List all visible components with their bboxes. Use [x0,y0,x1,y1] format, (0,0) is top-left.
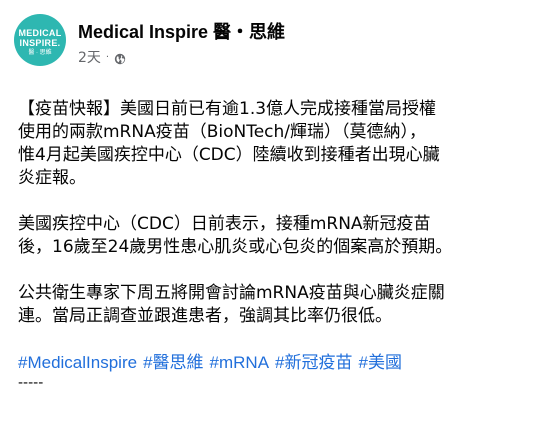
avatar-line-2: INSPIRE. [19,38,61,48]
post-paragraph-3: 公共衛生專家下周五將開會討論mRNA疫苗與心臟炎症關 連。當局正調查並跟進患者，… [18,282,528,328]
text-line: 使用的兩款mRNA疫苗（BioNTech/輝瑞）（莫德納）， [18,122,427,142]
trailing-dashes: ----- [18,375,44,391]
text-line: 連。當局正調查並跟進患者，強調其比率仍很低。 [18,306,392,326]
facebook-post: MEDICAL INSPIRE. 醫 · 思維 Medical Inspire … [0,0,540,429]
text-line: 後，16歲至24歲男性患心肌炎或心包炎的個案高於預期。 [18,237,453,257]
post-body: 【疫苗快報】美國日前已有逾1.3億人完成接種當局授權 使用的兩款mRNA疫苗（B… [18,98,528,390]
post-meta: Medical Inspire 醫・思維 2天 · [78,21,285,67]
avatar-line-3: 醫 · 思維 [28,50,52,56]
separator-dot: · [105,52,110,63]
hashtag-link[interactable]: #醫思維 [143,353,203,372]
text-line: 公共衛生專家下周五將開會討論mRNA疫苗與心臟炎症關 [18,283,445,303]
post-header: MEDICAL INSPIRE. 醫 · 思維 Medical Inspire … [14,14,285,78]
page-avatar[interactable]: MEDICAL INSPIRE. 醫 · 思維 [14,14,66,66]
hashtag-link[interactable]: #美國 [359,353,402,372]
hashtag-list: #MedicalInspire #醫思維 #mRNA #新冠疫苗 #美國 [18,351,528,374]
text-line: 美國疾控中心（CDC）日前表示，接種mRNA新冠疫苗 [18,214,431,234]
post-subline: 2天 · [78,49,285,67]
post-timestamp[interactable]: 2天 [78,49,101,67]
page-name-link[interactable]: Medical Inspire 醫・思維 [78,21,285,43]
text-line: 惟4月起美國疾控中心（CDC）陸續收到接種者出現心臟 [18,145,440,165]
globe-icon[interactable] [114,52,126,65]
post-paragraph-2: 美國疾控中心（CDC）日前表示，接種mRNA新冠疫苗 後，16歲至24歲男性患心… [18,213,528,259]
hashtag-link[interactable]: #mRNA [210,353,270,372]
text-line: 【疫苗快報】美國日前已有逾1.3億人完成接種當局授權 [18,99,437,119]
post-paragraph-1: 【疫苗快報】美國日前已有逾1.3億人完成接種當局授權 使用的兩款mRNA疫苗（B… [18,98,528,190]
avatar-line-1: MEDICAL [18,28,62,38]
hashtag-link[interactable]: #新冠疫苗 [275,353,352,372]
text-line: 炎症報。 [18,168,86,188]
hashtag-link[interactable]: #MedicalInspire [18,353,137,372]
